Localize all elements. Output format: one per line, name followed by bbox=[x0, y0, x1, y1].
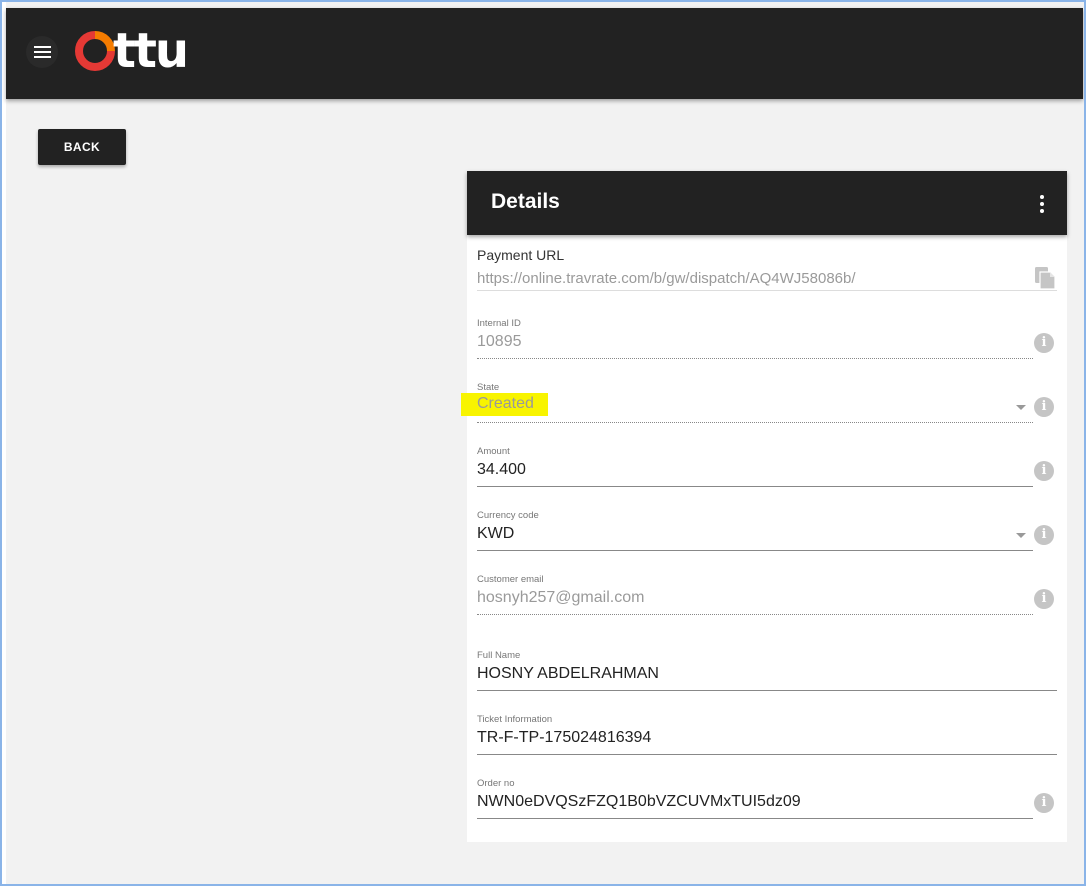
order-no-underline bbox=[477, 818, 1033, 819]
copy-icon[interactable] bbox=[1034, 266, 1056, 290]
currency-code-label: Currency code bbox=[477, 510, 539, 521]
order-no-field: Order no NWN0eDVQSzFZQ1B0bVZCUVMxTUI5dz0… bbox=[477, 778, 1057, 822]
internal-id-field: Internal ID 10895 i bbox=[477, 318, 1057, 362]
more-vertical-icon[interactable] bbox=[1037, 194, 1047, 214]
ottu-logo-ring-icon bbox=[75, 31, 115, 71]
customer-email-value: hosnyh257@gmail.com bbox=[477, 589, 645, 606]
details-title: Details bbox=[491, 190, 560, 213]
full-name-underline bbox=[477, 690, 1057, 691]
info-icon[interactable]: i bbox=[1034, 461, 1054, 481]
full-name-input[interactable]: HOSNY ABDELRAHMAN bbox=[477, 665, 659, 683]
back-button[interactable]: BACK bbox=[38, 129, 126, 165]
left-edge-strip bbox=[0, 0, 6, 886]
ticket-information-input[interactable]: TR-F-TP-175024816394 bbox=[477, 729, 651, 747]
hamburger-menu-icon-bar bbox=[34, 51, 51, 53]
amount-input[interactable]: 34.400 bbox=[477, 461, 526, 479]
ottu-logo[interactable]: ttu bbox=[75, 23, 189, 79]
amount-field: Amount 34.400 i bbox=[477, 446, 1057, 490]
state-field: State Created i bbox=[461, 382, 1057, 426]
hamburger-menu-icon-bar bbox=[34, 56, 51, 58]
menu-button[interactable] bbox=[26, 36, 58, 68]
payment-url-field: Payment URL https://online.travrate.com/… bbox=[477, 247, 1057, 291]
chevron-down-icon[interactable] bbox=[1016, 405, 1026, 410]
customer-email-underline bbox=[477, 614, 1033, 615]
currency-code-field: Currency code KWD i bbox=[477, 510, 1057, 554]
hamburger-menu-icon bbox=[34, 46, 51, 48]
currency-code-select[interactable]: KWD bbox=[477, 525, 514, 543]
customer-email-field: Customer email hosnyh257@gmail.com i bbox=[477, 574, 1057, 618]
full-name-label: Full Name bbox=[477, 650, 521, 661]
info-icon[interactable]: i bbox=[1034, 397, 1054, 417]
payment-url-label: Payment URL bbox=[477, 247, 565, 263]
internal-id-underline bbox=[477, 358, 1033, 359]
info-icon[interactable]: i bbox=[1034, 333, 1054, 353]
payment-url-value[interactable]: https://online.travrate.com/b/gw/dispatc… bbox=[477, 270, 856, 287]
details-card: Details Payment URL https://online.travr… bbox=[461, 171, 1067, 842]
info-icon[interactable]: i bbox=[1034, 589, 1054, 609]
ticket-information-field: Ticket Information TR-F-TP-175024816394 bbox=[477, 714, 1057, 758]
state-label: State bbox=[477, 382, 500, 393]
info-icon[interactable]: i bbox=[1034, 525, 1054, 545]
state-underline bbox=[477, 422, 1033, 423]
payment-url-underline bbox=[477, 290, 1057, 291]
customer-email-label: Customer email bbox=[477, 574, 544, 585]
amount-label: Amount bbox=[477, 446, 510, 457]
info-icon[interactable]: i bbox=[1034, 793, 1054, 813]
chevron-down-icon[interactable] bbox=[1016, 533, 1026, 538]
logo-text: ttu bbox=[113, 23, 189, 79]
ticket-information-label: Ticket Information bbox=[477, 714, 553, 725]
order-no-label: Order no bbox=[477, 778, 515, 789]
app-header: ttu bbox=[6, 8, 1083, 99]
details-card-header: Details bbox=[467, 171, 1067, 235]
internal-id-value: 10895 bbox=[477, 333, 522, 350]
state-value[interactable]: Created bbox=[461, 393, 548, 416]
full-name-field: Full Name HOSNY ABDELRAHMAN bbox=[477, 650, 1057, 694]
ticket-underline bbox=[477, 754, 1057, 755]
amount-underline bbox=[477, 486, 1033, 487]
order-no-input[interactable]: NWN0eDVQSzFZQ1B0bVZCUVMxTUI5dz09 bbox=[477, 793, 801, 811]
internal-id-label: Internal ID bbox=[477, 318, 521, 329]
currency-underline bbox=[477, 550, 1033, 551]
